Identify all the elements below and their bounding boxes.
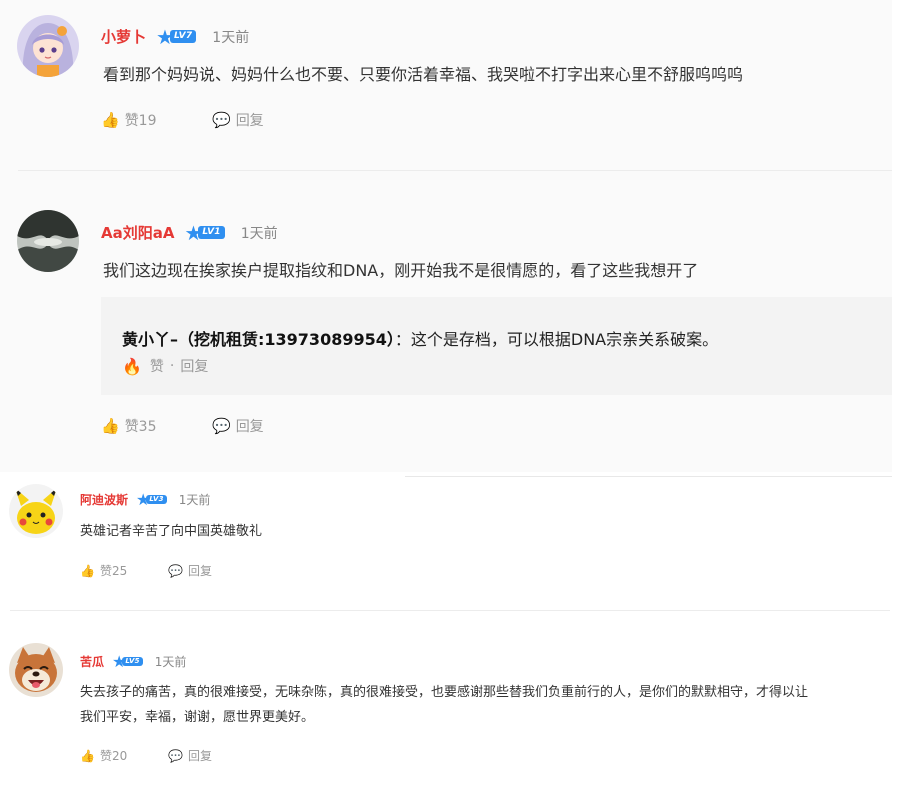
reply-button[interactable]: 💬 回复	[212, 110, 264, 130]
thumbs-up-icon: 👍	[101, 110, 120, 129]
like-button[interactable]: 👍 赞35	[101, 416, 157, 436]
reply-reply-button[interactable]: 回复	[180, 356, 208, 376]
comment-meta: 小萝卜 ★ LV7 1天前	[101, 26, 249, 47]
avatar[interactable]	[17, 15, 79, 77]
level-badge: ★ LV5	[112, 653, 143, 670]
reply-label: 回复	[187, 749, 212, 763]
chat-bubble-icon: 💬	[168, 748, 183, 763]
thumbs-up-icon: 👍	[101, 416, 120, 435]
like-count: 赞20	[99, 749, 128, 763]
level-label: LV3	[146, 495, 167, 504]
reply-author[interactable]: 黄小丫–（挖机租赁:13973089954）	[122, 330, 395, 349]
username[interactable]: 苦瓜	[80, 653, 104, 670]
thumbs-up-icon: 👍	[80, 748, 95, 763]
divider-3	[10, 610, 890, 611]
timestamp: 1天前	[212, 29, 250, 46]
chat-bubble-icon: 💬	[212, 416, 231, 435]
username[interactable]: 小萝卜	[101, 26, 146, 47]
like-button[interactable]: 👍 赞20	[80, 747, 127, 764]
reply-label: 回复	[187, 564, 212, 578]
reply-button[interactable]: 💬 回复	[212, 416, 264, 436]
like-count: 赞19	[124, 113, 157, 129]
reply-content: 这个是存档，可以根据DNA宗亲关系破案。	[410, 330, 719, 349]
level-badge: ★ LV1	[184, 223, 225, 243]
divider-1	[18, 170, 892, 171]
like-count: 赞25	[99, 564, 128, 578]
like-count: 赞35	[124, 419, 157, 435]
comment-text-line-2: 我们平安，幸福，谢谢，愿世界更美好。	[80, 710, 315, 725]
reply-text: 黄小丫–（挖机租赁:13973089954）：这个是存档，可以根据DNA宗亲关系…	[122, 326, 718, 350]
like-button[interactable]: 👍 赞19	[101, 110, 157, 130]
comment-meta: 阿迪波斯 ★ LV3 1天前	[80, 491, 210, 508]
comment-text: 我们这边现在挨家挨户提取指纹和DNA，刚开始我不是很情愿的，看了这些我想开了	[103, 261, 699, 280]
divider-2	[405, 476, 892, 477]
flame-icon: 🔥	[122, 356, 142, 376]
avatar[interactable]	[17, 210, 79, 272]
comment-meta: 苦瓜 ★ LV5 1天前	[80, 653, 186, 670]
dot-separator: ·	[169, 358, 175, 374]
reply-like-button[interactable]: 赞	[150, 356, 164, 376]
reply-label: 回复	[235, 419, 264, 435]
level-badge: ★ LV7	[156, 27, 197, 47]
avatar[interactable]	[9, 484, 63, 538]
username[interactable]: Aa刘阳aA	[101, 222, 174, 243]
avatar[interactable]	[9, 643, 63, 697]
like-button[interactable]: 👍 赞25	[80, 562, 127, 579]
chat-bubble-icon: 💬	[168, 563, 183, 578]
level-badge: ★ LV3	[136, 491, 167, 508]
landscape-avatar-icon	[17, 210, 79, 272]
timestamp: 1天前	[240, 225, 278, 242]
reply-button[interactable]: 💬 回复	[168, 562, 212, 579]
level-label: LV5	[122, 657, 143, 666]
timestamp: 1天前	[154, 655, 187, 669]
reply-separator: ：	[394, 330, 411, 349]
pikachu-avatar-icon	[9, 484, 63, 538]
reply-button[interactable]: 💬 回复	[168, 747, 212, 764]
timestamp: 1天前	[178, 493, 211, 507]
reply-label: 回复	[235, 113, 264, 129]
thumbs-up-icon: 👍	[80, 563, 95, 578]
comment-text: 英雄记者辛苦了向中国英雄敬礼	[80, 524, 263, 539]
anime-girl-avatar-icon	[17, 15, 79, 77]
shiba-dog-avatar-icon	[9, 643, 63, 697]
username[interactable]: 阿迪波斯	[80, 491, 128, 508]
chat-bubble-icon: 💬	[212, 110, 231, 129]
comment-text-line-1: 失去孩子的痛苦，真的很难接受，无味杂陈，真的很难接受，也要感谢那些替我们负重前行…	[80, 685, 809, 700]
reply-actions: 🔥 赞 · 回复	[122, 356, 208, 376]
level-label: LV7	[169, 30, 197, 43]
level-label: LV1	[198, 226, 225, 239]
comment-text: 看到那个妈妈说、妈妈什么也不要、只要你活着幸福、我哭啦不打字出来心里不舒服呜呜呜	[103, 65, 744, 84]
comment-meta: Aa刘阳aA ★ LV1 1天前	[101, 222, 278, 243]
